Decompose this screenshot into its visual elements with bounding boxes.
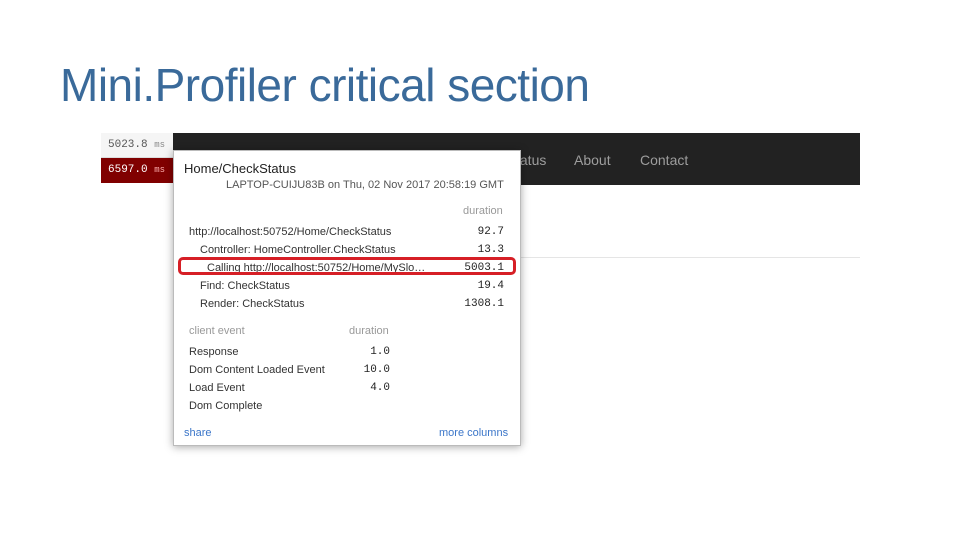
- client-event-label: Response: [189, 346, 239, 358]
- nav-item-about[interactable]: About: [574, 152, 611, 168]
- badge-value: 6597.0: [108, 164, 148, 176]
- client-event-row: Load Event 4.0: [174, 379, 520, 397]
- client-event-row: Dom Content Loaded Event 10.0: [174, 361, 520, 379]
- nav-item-contact[interactable]: Contact: [640, 152, 688, 168]
- timing-row[interactable]: http://localhost:50752/Home/CheckStatus …: [174, 223, 520, 241]
- timing-value: 1308.1: [464, 298, 504, 310]
- client-event-value: 4.0: [370, 382, 390, 394]
- client-event-header: client event: [189, 325, 245, 337]
- client-event-label: Dom Complete: [189, 400, 263, 412]
- badge-value: 5023.8: [108, 139, 148, 151]
- timing-value: 92.7: [477, 226, 504, 238]
- timing-label: http://localhost:50752/Home/CheckStatus: [189, 226, 392, 238]
- profiler-machine-info: LAPTOP-CUIJU83B on Thu, 02 Nov 2017 20:5…: [226, 179, 504, 191]
- badge-unit: ms: [154, 140, 166, 150]
- profiler-badge-previous[interactable]: 5023.8 ms: [101, 133, 173, 158]
- profiler-badge-current[interactable]: 6597.0 ms: [101, 158, 173, 183]
- share-link[interactable]: share: [184, 427, 212, 439]
- profiler-popup: Home/CheckStatus LAPTOP-CUIJU83B on Thu,…: [173, 150, 521, 446]
- badge-unit: ms: [154, 165, 166, 175]
- client-event-row: Dom Complete: [174, 397, 520, 415]
- client-event-value: 1.0: [370, 346, 390, 358]
- client-duration-header: duration: [349, 325, 389, 337]
- client-event-label: Load Event: [189, 382, 245, 394]
- timing-label: Find: CheckStatus: [200, 280, 290, 292]
- profiler-badges: 5023.8 ms 6597.0 ms: [101, 133, 173, 183]
- client-event-row: Response 1.0: [174, 343, 520, 361]
- timing-row[interactable]: Render: CheckStatus 1308.1: [174, 295, 520, 313]
- more-columns-link[interactable]: more columns: [439, 427, 508, 439]
- profiler-title: Home/CheckStatus: [184, 161, 296, 176]
- timing-label: Render: CheckStatus: [200, 298, 305, 310]
- page-divider: [520, 257, 860, 258]
- duration-header: duration: [463, 205, 503, 217]
- client-event-value: 10.0: [363, 364, 390, 376]
- timing-value: 19.4: [477, 280, 504, 292]
- critical-section-highlight: [178, 257, 516, 275]
- client-event-label: Dom Content Loaded Event: [189, 364, 325, 376]
- slide-title: Mini.Profiler critical section: [60, 59, 590, 111]
- timing-row[interactable]: Find: CheckStatus 19.4: [174, 277, 520, 295]
